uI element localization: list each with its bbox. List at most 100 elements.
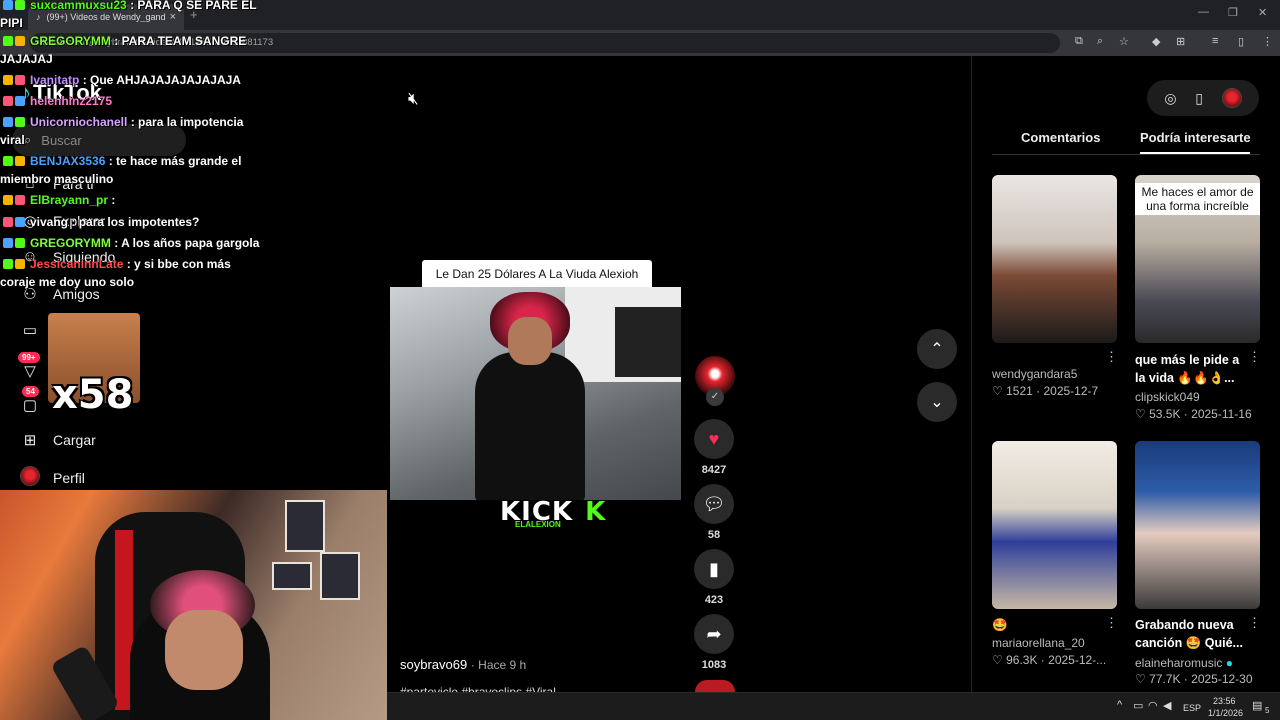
tab-podria-interesarte[interactable]: Podría interesarte [1140,130,1251,145]
media-icon[interactable]: ≡ [1212,35,1218,47]
recommendation-thumbnail[interactable]: Me haces el amor de una forma increíble [1135,175,1260,343]
chat-text: : [111,193,116,207]
chat-username[interactable]: GREGORYMM [30,34,111,48]
chat-message: JessicaninnLate : y si bbe con más coraje… [0,255,231,291]
chat-message: Unicorniochanell : para la impotencia vir… [0,113,243,149]
rec-title[interactable]: Grabando nueva canción 🤩 Quié... [1135,616,1245,652]
chevron-down-icon: ⌄ [930,394,944,411]
chat-message: ElBrayann_pr : [3,191,115,209]
phone-icon[interactable]: ▯ [1195,90,1203,107]
compass-icon[interactable]: ◎ [1164,90,1176,107]
rec-meta: ♡ 53.5K · 2025-11-16 [1135,407,1252,421]
more-options-icon[interactable]: ⋮ [1105,615,1118,631]
chat-text-continued: miembro masculino [0,172,114,186]
share-button[interactable]: ➦ 1083 [694,614,734,671]
rec-author[interactable]: wendygandara5 [992,367,1077,381]
user-avatar[interactable] [1221,88,1242,108]
extension-icon[interactable]: ◆ [1152,35,1160,48]
chat-username[interactable]: vivang [30,215,68,229]
chat-username[interactable]: GREGORYMM [30,236,111,250]
more-options-icon[interactable]: ⋮ [1105,349,1118,365]
chat-text: : y si bbe con más [126,257,231,271]
rec-title[interactable]: que más le pide a la vida 🔥🔥👌... [1135,351,1245,387]
volume-icon[interactable]: ◀ [1163,699,1171,712]
more-options-icon[interactable]: ⋮ [1248,349,1261,365]
sidebar-item-perfil[interactable]: Perfil [18,466,85,490]
wall-poster [320,552,360,600]
chat-badge-icon [3,213,27,231]
bookmark-icon: ▮ [694,549,734,589]
video-person [475,352,585,500]
chat-username[interactable]: JessicaninnLate [30,257,123,271]
recommendation-thumbnail[interactable] [992,175,1117,343]
maximize-icon[interactable]: ❐ [1228,6,1238,19]
clock-date[interactable]: 1/1/2026 [1208,708,1243,718]
wifi-icon[interactable]: ◠ [1148,699,1158,712]
cast-icon[interactable]: ⧉ [1075,35,1083,48]
next-creator-avatar[interactable] [695,680,735,692]
rec-likes: 96.3K [1006,653,1038,667]
chat-message: helenhinz2175 [3,92,112,110]
network-icon[interactable]: ▭ [1133,699,1143,712]
sidebar-item-label: Cargar [53,432,96,448]
chat-text-continued: coraje me doy uno solo [0,275,135,289]
like-button[interactable]: ♥ 8427 [694,419,734,476]
rec-title[interactable]: 🤩 [992,616,1102,634]
chat-badge-icon [3,71,27,89]
chat-text: : te hace más grande el [108,154,242,168]
chat-text: : PARA TEAM SANGRE [114,34,247,48]
streamer-face [165,610,243,690]
chat-username[interactable]: ElBrayann_pr [30,193,108,207]
active-tab-indicator [1140,152,1250,154]
video-author[interactable]: soybravo69 [400,657,467,672]
chat-message: vivang : para los impotentes? [3,213,199,231]
rec-author[interactable]: clipskick049 [1135,390,1200,404]
save-button[interactable]: ▮ 423 [694,549,734,606]
chat-badge-icon [3,113,27,131]
chat-username[interactable]: BENJAX3536 [30,154,105,168]
mute-icon[interactable]: 🔇︎ [408,89,419,109]
chevron-up-icon[interactable]: ^ [1117,699,1122,711]
close-window-icon[interactable]: ✕ [1258,6,1267,19]
chat-username[interactable]: Unicorniochanell [30,115,127,129]
minimize-icon[interactable]: — [1198,6,1209,18]
notification-count: 5 [1265,706,1270,715]
star-icon[interactable]: ☆ [1119,35,1129,48]
sidebar-item-cargar[interactable]: ⊞ Cargar [18,431,96,449]
chat-username[interactable]: Ivanitatp [30,73,79,87]
wall-poster [272,562,312,590]
next-video-button[interactable]: ⌄ [917,382,957,422]
chevron-up-icon: ⌃ [930,341,944,358]
follow-check-icon[interactable]: ✓ [706,388,724,406]
chat-username[interactable]: helenhinz2175 [30,94,112,108]
notifications-icon[interactable]: ▤ [1252,699,1262,712]
tab-comentarios[interactable]: Comentarios [1021,130,1100,145]
activity-icon: ▽ 99+ [18,352,42,380]
chat-badge-icon [3,234,27,252]
rec-author-name[interactable]: elaineharomusic [1135,656,1222,670]
recommendation-thumbnail[interactable] [1135,441,1260,609]
chat-username[interactable]: suxcammuxsu23 [30,0,127,12]
menu-icon[interactable]: ⋮ [1262,35,1273,48]
share-icon: ➦ [694,614,734,654]
rec-date: 2025-12-7 [1043,384,1099,398]
save-count: 423 [704,594,724,606]
share-count: 1083 [701,659,727,671]
profile-icon[interactable]: ▯ [1238,35,1244,48]
clock-time[interactable]: 23:56 [1213,696,1236,706]
heart-outline-icon: ♡ [992,653,1003,667]
language-indicator[interactable]: ESP [1183,703,1201,713]
chat-badge-icon [3,32,27,50]
rec-meta: ♡ 96.3K · 2025-12-... [992,653,1107,667]
video-player[interactable] [390,287,681,500]
puzzle-icon[interactable]: ⊞ [1176,35,1185,48]
previous-video-button[interactable]: ⌃ [917,329,957,369]
zoom-icon[interactable]: ⌕ [1097,35,1103,48]
chat-message: suxcammuxsu23 : PARA Q SE PARE EL PIPI [0,0,257,32]
rec-date: 2025-11-16 [1191,407,1252,421]
more-options-icon[interactable]: ⋮ [1248,615,1261,631]
recommendation-thumbnail[interactable] [992,441,1117,609]
chat-badge-icon [3,0,27,14]
comment-button[interactable]: 💬︎ 58 [694,484,734,541]
rec-author[interactable]: mariaorellana_20 [992,636,1085,650]
